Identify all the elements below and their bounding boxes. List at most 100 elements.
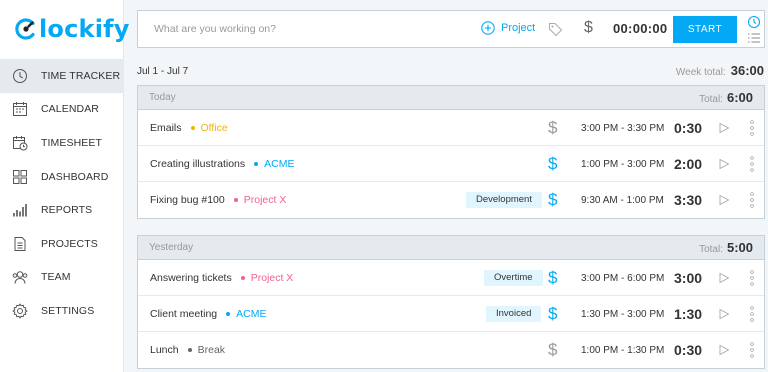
entry-duration[interactable]: 3:30: [674, 192, 702, 208]
entry-description-area[interactable]: Client meeting ACME: [150, 308, 266, 320]
sidebar-item-label: CALENDAR: [41, 103, 99, 116]
team-icon: [12, 271, 28, 284]
entry-description-area[interactable]: Creating illustrations ACME: [150, 158, 294, 170]
entry-time-range[interactable]: 1:30 PM - 3:00 PM: [581, 309, 664, 320]
billable-icon[interactable]: $: [548, 268, 557, 288]
entry-description-area[interactable]: Emails Office: [150, 122, 228, 134]
time-entry-row[interactable]: Answering tickets Project X Overtime $ 3…: [138, 260, 764, 296]
billable-icon[interactable]: $: [548, 154, 557, 174]
entry-duration[interactable]: 2:00: [674, 156, 702, 172]
week-range[interactable]: Jul 1 - Jul 7: [137, 66, 188, 77]
play-icon[interactable]: [718, 158, 730, 170]
sidebar-item-label: TIME TRACKER: [41, 69, 121, 82]
time-entry-row[interactable]: Creating illustrations ACME $ 1:00 PM - …: [138, 146, 764, 182]
clockify-logo[interactable]: lockify: [14, 14, 130, 44]
week-total-value: 36:00: [730, 63, 764, 78]
play-icon[interactable]: [718, 344, 730, 356]
entry-duration[interactable]: 1:30: [674, 306, 702, 322]
entry-time-range[interactable]: 1:00 PM - 1:30 PM: [581, 345, 664, 356]
day-name: Yesterday: [149, 242, 194, 253]
entry-duration[interactable]: 0:30: [674, 120, 702, 136]
project-dot: [240, 276, 245, 280]
sidebar-item-label: DASHBOARD: [41, 170, 109, 183]
more-vertical-icon[interactable]: [749, 305, 755, 323]
sidebar-item-dashboard[interactable]: DASHBOARD: [0, 160, 124, 194]
billable-icon[interactable]: $: [548, 190, 557, 210]
sidebar-item-reports[interactable]: REPORTS: [0, 193, 124, 227]
logo-text: lockify: [39, 15, 130, 43]
time-entry-row[interactable]: Emails Office $ 3:00 PM - 3:30 PM 0:30: [138, 110, 764, 146]
entry-project[interactable]: Project X: [244, 194, 287, 206]
sidebar-item-label: PROJECTS: [41, 237, 98, 250]
entry-description-area[interactable]: Answering tickets Project X: [150, 272, 293, 284]
time-entry-row[interactable]: Lunch Break $ 1:00 PM - 1:30 PM 0:30: [138, 332, 764, 368]
more-vertical-icon[interactable]: [749, 269, 755, 287]
day-header: Yesterday Total: 5:00: [138, 236, 764, 260]
billable-icon[interactable]: $: [548, 304, 557, 324]
sidebar-item-team[interactable]: TEAM: [0, 261, 124, 295]
billable-icon[interactable]: $: [548, 118, 557, 138]
day-total: Total: 6:00: [699, 90, 753, 105]
entry-project[interactable]: Project X: [251, 272, 294, 284]
sidebar-item-timesheet[interactable]: TIMESHEET: [0, 126, 124, 160]
play-icon[interactable]: [718, 272, 730, 284]
billable-toggle[interactable]: $: [584, 19, 593, 37]
project-picker[interactable]: Project: [481, 21, 535, 35]
more-vertical-icon[interactable]: [749, 191, 755, 209]
entry-description: Lunch: [150, 344, 179, 356]
calendar-icon: [13, 102, 27, 117]
start-button[interactable]: START: [673, 16, 737, 43]
day-total-label: Total:: [699, 94, 723, 105]
tag-icon[interactable]: [548, 22, 563, 37]
day-group-today: Today Total: 6:00 Emails Office $ 3:00 P…: [137, 85, 765, 219]
play-icon[interactable]: [718, 194, 730, 206]
entry-description-area[interactable]: Fixing bug #100 Project X: [150, 194, 286, 206]
entry-time-range[interactable]: 3:00 PM - 6:00 PM: [581, 273, 664, 284]
project-label: Project: [501, 22, 536, 34]
project-dot: [233, 198, 238, 202]
week-total-label: Week total:: [675, 67, 726, 78]
entry-tag[interactable]: Development: [466, 192, 542, 208]
description-input[interactable]: [154, 23, 454, 35]
sidebar-item-calendar[interactable]: CALENDAR: [0, 93, 124, 127]
timer-mode-icon[interactable]: [747, 15, 761, 29]
gear-icon: [12, 303, 28, 319]
entry-tag[interactable]: Invoiced: [486, 306, 542, 322]
day-total-label: Total:: [699, 244, 723, 255]
entry-project[interactable]: Break: [198, 344, 225, 356]
day-header: Today Total: 6:00: [138, 86, 764, 110]
dashboard-icon: [13, 169, 27, 184]
sidebar-item-projects[interactable]: PROJECTS: [0, 227, 124, 261]
time-entry-row[interactable]: Client meeting ACME Invoiced $ 1:30 PM -…: [138, 296, 764, 332]
time-entry-row[interactable]: Fixing bug #100 Project X Development $ …: [138, 182, 764, 218]
sidebar-item-settings[interactable]: SETTINGS: [0, 294, 124, 328]
entry-time-range[interactable]: 3:00 PM - 3:30 PM: [581, 123, 664, 134]
sidebar-item-time-tracker[interactable]: TIME TRACKER: [0, 59, 124, 93]
projects-icon: [14, 236, 26, 251]
entry-project[interactable]: ACME: [236, 308, 266, 320]
play-icon[interactable]: [718, 308, 730, 320]
entry-project[interactable]: Office: [201, 122, 228, 134]
manual-mode-icon[interactable]: [747, 32, 761, 44]
project-dot: [254, 162, 259, 166]
entry-description: Fixing bug #100: [150, 194, 225, 206]
entry-time-range[interactable]: 1:00 PM - 3:00 PM: [581, 159, 664, 170]
reports-icon: [13, 204, 27, 217]
entry-description-area[interactable]: Lunch Break: [150, 344, 225, 356]
entry-tag[interactable]: Overtime: [484, 270, 543, 286]
entry-description: Creating illustrations: [150, 158, 246, 170]
entry-project[interactable]: ACME: [264, 158, 294, 170]
entry-duration[interactable]: 3:00: [674, 270, 702, 286]
sidebar-nav: TIME TRACKER CALENDAR TIMESHEET DASHBOAR…: [0, 59, 124, 328]
clock-icon: [13, 68, 27, 83]
project-dot: [226, 312, 231, 316]
billable-icon[interactable]: $: [548, 340, 557, 360]
sidebar-item-label: SETTINGS: [41, 304, 95, 317]
entry-time-range[interactable]: 9:30 AM - 1:00 PM: [581, 195, 664, 206]
entry-duration[interactable]: 0:30: [674, 342, 702, 358]
play-icon[interactable]: [718, 122, 730, 134]
more-vertical-icon[interactable]: [749, 119, 755, 137]
sidebar-item-label: TEAM: [41, 271, 71, 284]
more-vertical-icon[interactable]: [749, 155, 755, 173]
more-vertical-icon[interactable]: [749, 341, 755, 359]
